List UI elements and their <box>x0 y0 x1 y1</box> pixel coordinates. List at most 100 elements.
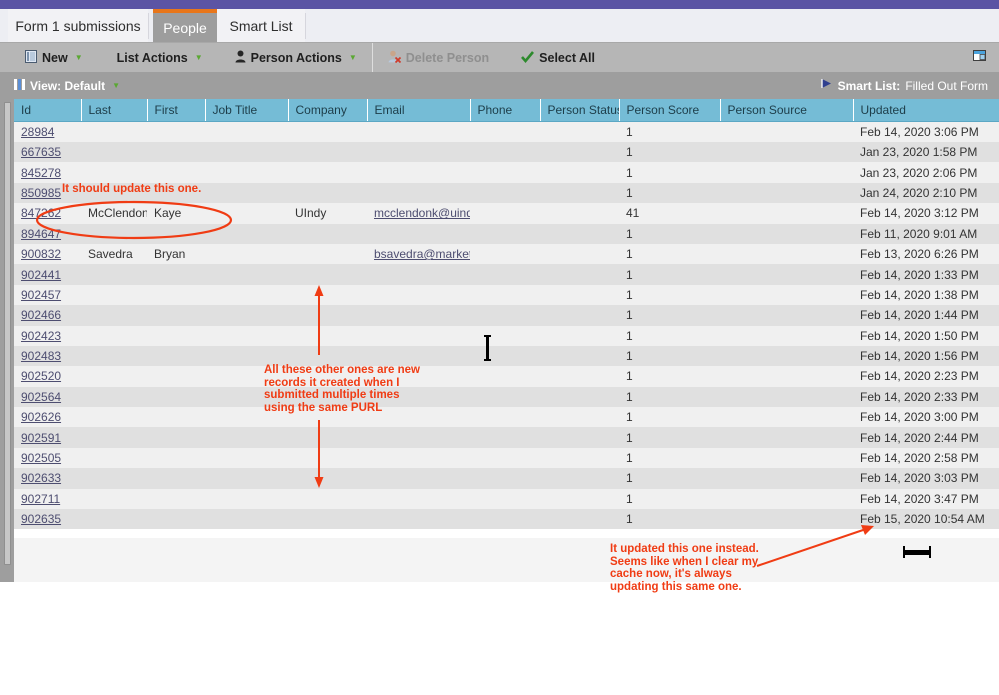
view-selector[interactable]: View: Default ▼ <box>0 78 120 93</box>
table-row[interactable]: 667635 1 Jan 23, 2020 1:58 PM <box>14 142 999 163</box>
cell-company <box>288 223 367 244</box>
cell-updated: Feb 14, 2020 3:06 PM <box>853 121 999 142</box>
email-link[interactable]: mcclendonk@uind... <box>374 206 470 220</box>
new-button[interactable]: New ▼ <box>14 43 94 73</box>
cell-person-source <box>720 203 853 224</box>
table-row[interactable]: 902591 1 Feb 14, 2020 2:44 PM <box>14 427 999 448</box>
list-actions-button[interactable]: List Actions ▼ <box>106 43 214 73</box>
smart-list-indicator[interactable]: Smart List: Filled Out Form <box>820 78 999 93</box>
person-id-link[interactable]: 902505 <box>21 451 61 465</box>
column-header-person-source[interactable]: Person Source <box>720 99 854 122</box>
cell-updated: Jan 24, 2020 2:10 PM <box>853 182 999 204</box>
chevron-down-icon[interactable]: ▼ <box>75 54 83 62</box>
cell-updated: Feb 14, 2020 2:33 PM <box>853 386 999 408</box>
tab-people[interactable]: People <box>153 9 217 42</box>
chevron-down-icon[interactable]: ▼ <box>112 81 120 90</box>
table-row[interactable]: 902520 1 Feb 14, 2020 2:23 PM <box>14 366 999 387</box>
cell-first <box>147 427 205 448</box>
cell-person-source <box>720 142 853 163</box>
table-row[interactable]: 902505 1 Feb 14, 2020 2:58 PM <box>14 447 999 469</box>
cell-last <box>81 142 147 163</box>
person-id-link[interactable]: 902457 <box>21 288 61 302</box>
table-row[interactable]: 902483 1 Feb 14, 2020 1:56 PM <box>14 345 999 367</box>
tab-smart-list[interactable]: Smart List <box>217 9 305 42</box>
email-link[interactable]: bsavedra@market... <box>374 247 470 261</box>
table-row[interactable]: 902626 1 Feb 14, 2020 3:00 PM <box>14 407 999 428</box>
person-id-link[interactable]: 850985 <box>21 186 61 200</box>
window-restore-icon <box>973 50 987 66</box>
view-bar: View: Default ▼ Smart List: Filled Out F… <box>0 72 999 99</box>
cell-person-source <box>720 427 853 448</box>
column-header-job-title[interactable]: Job Title <box>205 99 289 122</box>
cell-id: 894647 <box>14 223 81 244</box>
delete-person-label: Delete Person <box>405 51 490 65</box>
person-id-link[interactable]: 845278 <box>21 166 61 180</box>
person-actions-button[interactable]: Person Actions ▼ <box>224 43 368 73</box>
cell-job-title <box>205 284 288 306</box>
new-button-label: New <box>42 51 68 65</box>
person-id-link[interactable]: 28984 <box>21 125 54 139</box>
person-id-link[interactable]: 902520 <box>21 369 61 383</box>
cell-person-status <box>540 345 619 367</box>
person-id-link[interactable]: 902466 <box>21 308 61 322</box>
table-row[interactable]: 850985 1 Jan 24, 2020 2:10 PM <box>14 182 999 204</box>
person-id-link[interactable]: 902564 <box>21 390 61 404</box>
chevron-down-icon[interactable]: ▼ <box>349 54 357 62</box>
person-id-link[interactable]: 902711 <box>21 492 60 506</box>
cell-job-title <box>205 509 288 530</box>
person-id-link[interactable]: 902635 <box>21 512 61 526</box>
column-header-id[interactable]: Id <box>14 99 82 122</box>
page-background-area <box>0 582 999 695</box>
left-gutter <box>0 99 14 582</box>
table-row[interactable]: 902633 1 Feb 14, 2020 3:03 PM <box>14 468 999 489</box>
person-id-link[interactable]: 667635 <box>21 145 61 159</box>
table-row[interactable]: 902711 1 Feb 14, 2020 3:47 PM <box>14 488 999 510</box>
select-all-button[interactable]: Select All <box>510 43 606 73</box>
table-row[interactable]: 894647 1 Feb 11, 2020 9:01 AM <box>14 223 999 244</box>
cell-phone <box>470 182 540 204</box>
cell-updated: Feb 14, 2020 2:23 PM <box>853 366 999 387</box>
table-row[interactable]: 902441 1 Feb 14, 2020 1:33 PM <box>14 264 999 285</box>
panel-collapse-handle[interactable] <box>4 102 11 565</box>
cell-updated: Feb 14, 2020 1:44 PM <box>853 305 999 326</box>
column-header-first[interactable]: First <box>147 99 206 122</box>
person-id-link[interactable]: 894647 <box>21 227 61 241</box>
cell-company <box>288 345 367 367</box>
table-row[interactable]: 900832 SavedraBryan bsavedra@market... 1 Feb… <box>14 243 999 265</box>
cell-person-source <box>720 407 853 428</box>
table-row[interactable]: 28984 1 Feb 14, 2020 3:06 PM <box>14 121 999 142</box>
cell-person-score: 1 <box>619 468 720 489</box>
person-id-link[interactable]: 902483 <box>21 349 61 363</box>
column-header-person-status[interactable]: Person Status <box>540 99 620 122</box>
column-header-company[interactable]: Company <box>288 99 368 122</box>
cell-person-source <box>720 162 853 183</box>
person-id-link[interactable]: 902633 <box>21 471 61 485</box>
table-row[interactable]: 902423 1 Feb 14, 2020 1:50 PM <box>14 325 999 346</box>
person-id-link[interactable]: 902441 <box>21 268 61 282</box>
window-restore-button[interactable] <box>973 50 999 66</box>
table-row[interactable]: 902635 1 Feb 15, 2020 10:54 AM <box>14 509 999 530</box>
person-id-link[interactable]: 847262 <box>21 206 61 220</box>
table-row[interactable]: 902466 1 Feb 14, 2020 1:44 PM <box>14 305 999 326</box>
table-row[interactable]: 845278 1 Jan 23, 2020 2:06 PM <box>14 162 999 183</box>
table-row[interactable]: 847262 McClendonKaye UIndy mcclendonk@uind.… <box>14 203 999 224</box>
tab-form-1-submissions[interactable]: Form 1 submissions <box>8 9 148 42</box>
cell-company <box>288 142 367 163</box>
column-header-person-score[interactable]: Person Score <box>619 99 721 122</box>
person-id-link[interactable]: 902626 <box>21 410 61 424</box>
column-header-last[interactable]: Last <box>81 99 148 122</box>
chevron-down-icon[interactable]: ▼ <box>195 54 203 62</box>
cell-person-status <box>540 305 619 326</box>
toolbar-divider <box>371 43 373 73</box>
column-header-updated[interactable]: Updated <box>853 99 999 122</box>
view-label: View: Default <box>30 78 106 93</box>
table-row[interactable]: 902457 1 Feb 14, 2020 1:38 PM <box>14 284 999 306</box>
column-header-email[interactable]: Email <box>367 99 471 122</box>
person-id-link[interactable]: 902423 <box>21 329 61 343</box>
person-id-link[interactable]: 900832 <box>21 247 61 261</box>
person-id-link[interactable]: 902591 <box>21 431 61 445</box>
column-header-phone[interactable]: Phone <box>470 99 541 122</box>
cell-first <box>147 509 205 530</box>
table-row[interactable]: 902564 1 Feb 14, 2020 2:33 PM <box>14 386 999 408</box>
cell-last <box>81 284 147 306</box>
